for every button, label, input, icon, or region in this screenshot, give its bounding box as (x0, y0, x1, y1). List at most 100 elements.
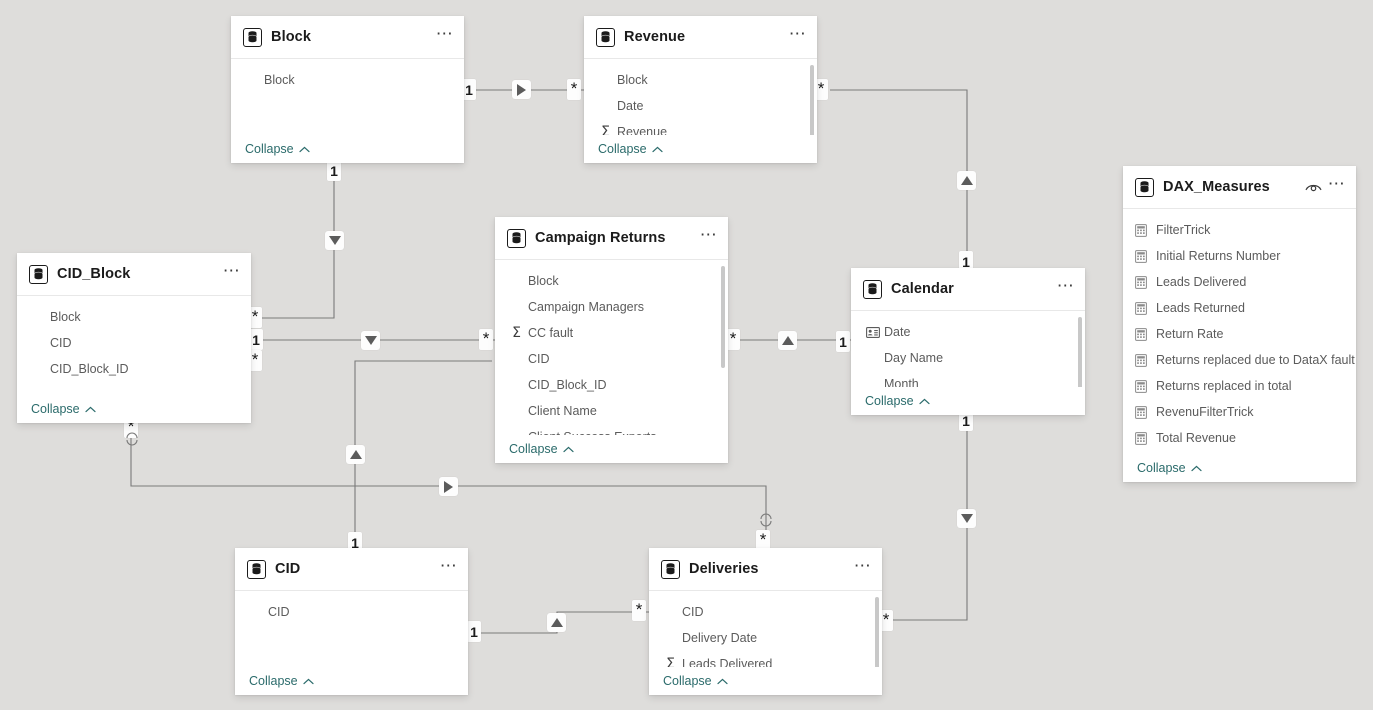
more-options-button[interactable]: ⋯ (436, 25, 454, 45)
more-options-button[interactable]: ⋯ (789, 25, 807, 45)
collapse-button[interactable]: Collapse (663, 674, 728, 688)
cardinality-text: 1 (465, 81, 473, 98)
table-card-dax_measures[interactable]: DAX_Measures ⋯ FilterTrick Initial Returns … (1123, 166, 1356, 482)
cardinality-badge-1[interactable]: 1 (462, 79, 476, 100)
table-header-block[interactable]: Block ⋯ (231, 16, 464, 59)
more-options-button[interactable]: ⋯ (700, 226, 718, 246)
collapse-button[interactable]: Collapse (509, 442, 574, 456)
more-options-button[interactable]: ⋯ (440, 557, 458, 577)
more-options-button[interactable]: ⋯ (223, 262, 241, 282)
hide-eye-icon[interactable] (1305, 182, 1322, 193)
vertical-scrollbar[interactable] (810, 65, 814, 135)
field-row[interactable]: Returns replaced due to DataX fault (1123, 347, 1356, 373)
table-card-cid_block[interactable]: CID_Block ⋯ Block CID CID_Block_ID Collapse (17, 253, 251, 423)
field-row[interactable]: Block (584, 67, 817, 93)
table-header-cid[interactable]: CID ⋯ (235, 548, 468, 591)
field-row[interactable]: Day Name (851, 345, 1085, 371)
vertical-scrollbar[interactable] (721, 266, 725, 368)
collapse-button[interactable]: Collapse (1137, 461, 1202, 475)
crossfilter-arrow-up-icon[interactable] (547, 613, 566, 632)
field-row[interactable]: Campaign Managers (495, 294, 728, 320)
field-row[interactable]: Block (495, 268, 728, 294)
cardinality-badge-8[interactable]: * (726, 329, 740, 350)
table-header-campaign_returns[interactable]: Campaign Returns ⋯ (495, 217, 728, 260)
collapse-button[interactable]: Collapse (865, 394, 930, 408)
field-row[interactable]: Σ Revenue (584, 119, 817, 135)
field-row[interactable]: Leads Returned (1123, 295, 1356, 321)
table-header-deliveries[interactable]: Deliveries ⋯ (649, 548, 882, 591)
field-row[interactable]: Total Revenue (1123, 425, 1356, 451)
field-row[interactable]: Date (584, 93, 817, 119)
field-row[interactable]: RevenuFilterTrick (1123, 399, 1356, 425)
crossfilter-arrow-up-icon[interactable] (957, 171, 976, 190)
table-card-cid[interactable]: CID ⋯ CID Collapse (235, 548, 468, 695)
vertical-scrollbar[interactable] (875, 597, 879, 667)
field-row[interactable]: Block (17, 304, 251, 330)
cardinality-badge-2[interactable]: * (567, 79, 581, 100)
field-row[interactable]: CID_Block_ID (17, 356, 251, 382)
table-field-list-revenue[interactable]: Block Date Σ Revenue (584, 59, 817, 135)
table-header-calendar[interactable]: Calendar ⋯ (851, 268, 1085, 311)
table-card-calendar[interactable]: Calendar ⋯ Date Day Name Month Collapse (851, 268, 1085, 415)
field-row[interactable]: Client Success Experts (495, 424, 728, 435)
more-options-button[interactable]: ⋯ (854, 557, 872, 577)
cardinality-badge-3[interactable]: 1 (327, 160, 341, 181)
field-row[interactable]: Block (231, 67, 464, 93)
collapse-button[interactable]: Collapse (31, 402, 96, 416)
cardinality-badge-9[interactable]: 1 (836, 331, 850, 352)
field-row[interactable]: CID (235, 599, 468, 625)
table-field-list-cid[interactable]: CID (235, 591, 468, 667)
cardinality-badge-17[interactable]: * (632, 600, 646, 621)
table-header-dax_measures[interactable]: DAX_Measures ⋯ (1123, 166, 1356, 209)
table-card-revenue[interactable]: Revenue ⋯ Block Date Σ Revenue Collapse (584, 16, 817, 163)
collapse-button[interactable]: Collapse (245, 142, 310, 156)
field-row[interactable]: CID_Block_ID (495, 372, 728, 398)
field-row[interactable]: CID (495, 346, 728, 372)
field-row[interactable]: Client Name (495, 398, 728, 424)
field-row[interactable]: CID (649, 599, 882, 625)
table-field-list-deliveries[interactable]: CID Delivery Date Σ Leads Delivered (649, 591, 882, 667)
field-row[interactable]: Month (851, 371, 1085, 387)
field-label: CC fault (528, 326, 574, 340)
cardinality-badge-5[interactable]: 1 (249, 329, 263, 350)
table-card-deliveries[interactable]: Deliveries ⋯ CID Delivery Date Σ Leads Delive… (649, 548, 882, 695)
field-row[interactable]: Initial Returns Number (1123, 243, 1356, 269)
field-label: Month (884, 377, 919, 387)
vertical-scrollbar[interactable] (1078, 317, 1082, 387)
table-header-revenue[interactable]: Revenue ⋯ (584, 16, 817, 59)
collapse-button[interactable]: Collapse (598, 142, 663, 156)
more-options-button[interactable]: ⋯ (1057, 277, 1075, 297)
field-row[interactable]: Σ CC fault (495, 320, 728, 346)
crossfilter-arrow-down-icon[interactable] (325, 231, 344, 250)
crossfilter-arrow-down-icon[interactable] (361, 331, 380, 350)
cardinality-text: * (482, 329, 490, 348)
crossfilter-arrow-down-icon[interactable] (957, 509, 976, 528)
field-row[interactable]: Σ Leads Delivered (649, 651, 882, 667)
field-row[interactable]: Delivery Date (649, 625, 882, 651)
field-row[interactable]: Returns replaced in total (1123, 373, 1356, 399)
field-row[interactable]: Leads Delivered (1123, 269, 1356, 295)
table-header-cid_block[interactable]: CID_Block ⋯ (17, 253, 251, 296)
cardinality-badge-16[interactable]: 1 (467, 621, 481, 642)
table-title: Deliveries (689, 561, 759, 577)
crossfilter-arrow-up-icon[interactable] (346, 445, 365, 464)
model-relationship-canvas[interactable]: 1 * 1 * 1 * * * 1 * 1 1 * * 1 1 * * Bloc… (0, 0, 1373, 710)
collapse-button[interactable]: Collapse (249, 674, 314, 688)
table-field-list-cid_block[interactable]: Block CID CID_Block_ID (17, 296, 251, 395)
field-label: Block (264, 73, 295, 87)
table-field-list-block[interactable]: Block (231, 59, 464, 135)
table-field-list-calendar[interactable]: Date Day Name Month (851, 311, 1085, 387)
table-card-block[interactable]: Block ⋯ Block Collapse (231, 16, 464, 163)
table-field-list-campaign_returns[interactable]: Block Campaign Managers Σ CC fault CID CID_Bl… (495, 260, 728, 435)
field-row[interactable]: FilterTrick (1123, 217, 1356, 243)
table-field-list-dax_measures[interactable]: FilterTrick Initial Returns Number Leads D… (1123, 209, 1356, 454)
field-row[interactable]: Date (851, 319, 1085, 345)
cardinality-badge-7[interactable]: * (479, 329, 493, 350)
crossfilter-arrow-up-icon[interactable] (778, 331, 797, 350)
more-options-button[interactable]: ⋯ (1328, 175, 1346, 195)
field-row[interactable]: CID (17, 330, 251, 356)
crossfilter-arrow-right-icon[interactable] (439, 477, 458, 496)
field-row[interactable]: Return Rate (1123, 321, 1356, 347)
table-card-campaign_returns[interactable]: Campaign Returns ⋯ Block Campaign Managers Σ… (495, 217, 728, 463)
crossfilter-arrow-right-icon[interactable] (512, 80, 531, 99)
